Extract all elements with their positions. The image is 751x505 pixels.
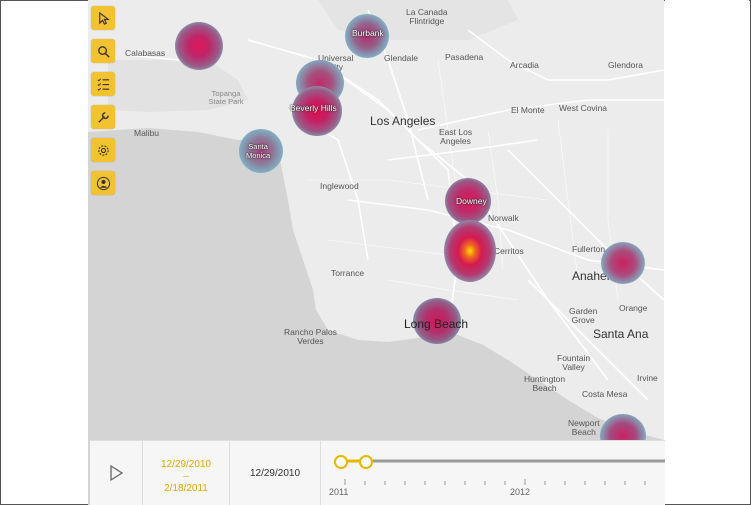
place-costa-mesa: Costa Mesa [582, 389, 628, 399]
search-icon [97, 45, 110, 58]
place-cerritos: Cerritos [494, 246, 524, 256]
right-margin [665, 0, 749, 503]
gear-icon [97, 144, 109, 156]
place-la-canada: La Canada Flintridge [406, 7, 448, 26]
select-tool-button[interactable] [91, 6, 115, 30]
time-slider[interactable]: 2011 2012 [321, 441, 665, 505]
place-santa-ana: Santa Ana [593, 327, 649, 341]
place-glendale: Glendale [384, 53, 419, 63]
place-inglewood: Inglewood [320, 181, 359, 191]
year-label: 2012 [510, 487, 531, 497]
checklist-icon [97, 78, 109, 91]
place-west-covina: West Covina [559, 103, 608, 113]
place-long-beach: Long Beach [404, 317, 469, 331]
heat-label-downey: Downey [456, 196, 487, 206]
play-icon [110, 464, 124, 482]
heatmap-map[interactable]: La CanadaFlintridge Calabasas UniversalC… [88, 0, 664, 505]
heat-label-beverly-hills: Beverly Hills [290, 103, 337, 113]
current-date: 12/29/2010 [230, 441, 321, 505]
place-rancho-palos-verdes: Rancho Palos Verdes [284, 327, 337, 346]
play-button[interactable] [90, 441, 143, 505]
account-button[interactable] [91, 171, 115, 195]
place-fountain-valley: Fountain Valley [557, 353, 591, 372]
place-orange: Orange [619, 303, 648, 313]
range-start-date: 12/29/2010 [160, 459, 212, 470]
settings-button[interactable] [91, 138, 115, 162]
place-malibu: Malibu [134, 128, 160, 138]
heat-label-burbank: Burbank [352, 28, 384, 38]
place-east-la: East Los Angeles [439, 127, 473, 146]
place-arcadia: Arcadia [510, 60, 539, 70]
heat-hotspot-cerritos[interactable] [444, 220, 496, 282]
place-norwalk: Norwalk [488, 213, 519, 223]
search-tool-button[interactable] [91, 39, 115, 63]
place-el-monte: El Monte [511, 105, 545, 115]
place-huntington-beach: Huntington Beach [524, 374, 566, 393]
place-newport-beach: Newport Beach [568, 418, 600, 437]
place-fullerton: Fullerton [572, 244, 606, 254]
range-end-date: 2/18/2011 [164, 483, 208, 494]
place-torrance: Torrance [331, 268, 365, 278]
cursor-icon [98, 11, 110, 25]
tools-button[interactable] [91, 105, 115, 129]
user-icon [96, 176, 110, 190]
place-los-angeles: Los Angeles [370, 114, 436, 128]
place-topanga: Topanga State Park [208, 89, 244, 106]
range-start-handle[interactable] [334, 455, 348, 469]
time-slider-track [341, 459, 665, 485]
place-garden-grove: Garden Grove [569, 306, 598, 325]
range-separator: – [183, 471, 189, 482]
heat-label-santa-monica: Santa Monica [246, 142, 271, 160]
year-label: 2011 [329, 487, 349, 497]
heat-hotspot-anaheim[interactable] [601, 242, 645, 284]
map-toolbar [91, 6, 117, 204]
time-range-display: 12/29/2010 – 2/18/2011 [143, 441, 230, 505]
heat-hotspot-calabasas[interactable] [175, 22, 223, 70]
place-calabasas: Calabasas [125, 48, 166, 58]
wrench-icon [97, 111, 109, 123]
time-slider-panel: 12/29/2010 – 2/18/2011 12/29/2010 2011 2… [90, 440, 665, 505]
place-irvine: Irvine [637, 373, 658, 383]
place-pasadena: Pasadena [445, 52, 484, 62]
layers-list-button[interactable] [91, 72, 115, 96]
place-glendora: Glendora [608, 60, 643, 70]
range-end-handle[interactable] [359, 455, 373, 469]
